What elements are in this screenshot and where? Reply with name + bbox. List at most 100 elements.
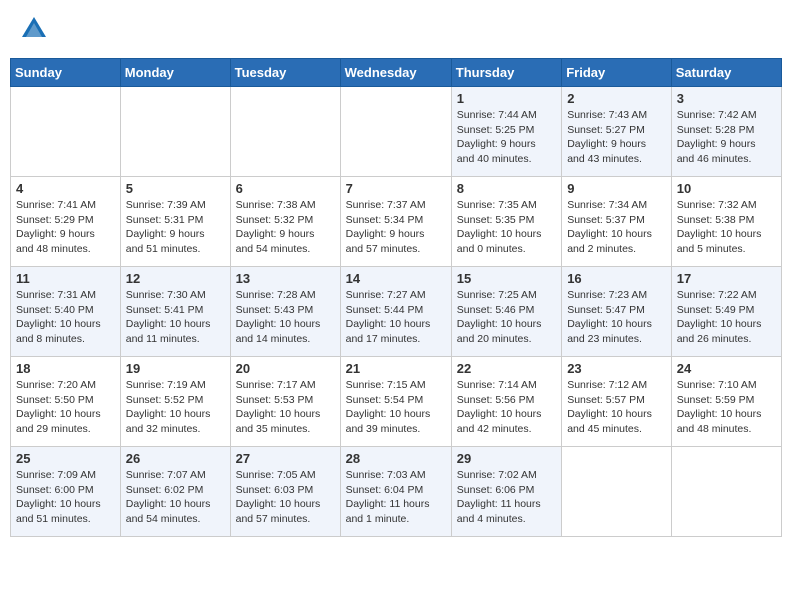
- day-number: 25: [16, 451, 115, 466]
- day-number: 15: [457, 271, 556, 286]
- weekday-header-tuesday: Tuesday: [230, 59, 340, 87]
- day-info: Sunrise: 7:43 AM Sunset: 5:27 PM Dayligh…: [567, 108, 666, 167]
- day-number: 28: [346, 451, 446, 466]
- day-info: Sunrise: 7:09 AM Sunset: 6:00 PM Dayligh…: [16, 468, 115, 527]
- weekday-header-row: SundayMondayTuesdayWednesdayThursdayFrid…: [11, 59, 782, 87]
- day-number: 16: [567, 271, 666, 286]
- day-number: 2: [567, 91, 666, 106]
- calendar-cell: 23 Sunrise: 7:12 AM Sunset: 5:57 PM Dayli…: [562, 357, 672, 447]
- weekday-header-saturday: Saturday: [671, 59, 781, 87]
- calendar-cell: 27 Sunrise: 7:05 AM Sunset: 6:03 PM Dayli…: [230, 447, 340, 537]
- day-number: 27: [236, 451, 335, 466]
- calendar-cell: [11, 87, 121, 177]
- day-info: Sunrise: 7:10 AM Sunset: 5:59 PM Dayligh…: [677, 378, 776, 437]
- day-number: 20: [236, 361, 335, 376]
- day-info: Sunrise: 7:07 AM Sunset: 6:02 PM Dayligh…: [126, 468, 225, 527]
- weekday-header-wednesday: Wednesday: [340, 59, 451, 87]
- day-info: Sunrise: 7:28 AM Sunset: 5:43 PM Dayligh…: [236, 288, 335, 347]
- calendar-cell: 8 Sunrise: 7:35 AM Sunset: 5:35 PM Daylig…: [451, 177, 561, 267]
- day-number: 23: [567, 361, 666, 376]
- calendar-cell: 29Sunrise: 7:02 AM Sunset: 6:06 PM Dayli…: [451, 447, 561, 537]
- day-info: Sunrise: 7:37 AM Sunset: 5:34 PM Dayligh…: [346, 198, 446, 257]
- day-number: 22: [457, 361, 556, 376]
- day-number: 1: [457, 91, 556, 106]
- calendar-cell: [120, 87, 230, 177]
- day-number: 3: [677, 91, 776, 106]
- calendar-cell: 18 Sunrise: 7:20 AM Sunset: 5:50 PM Dayli…: [11, 357, 121, 447]
- day-info: Sunrise: 7:12 AM Sunset: 5:57 PM Dayligh…: [567, 378, 666, 437]
- day-info: Sunrise: 7:39 AM Sunset: 5:31 PM Dayligh…: [126, 198, 225, 257]
- day-info: Sunrise: 7:41 AM Sunset: 5:29 PM Dayligh…: [16, 198, 115, 257]
- day-number: 4: [16, 181, 115, 196]
- day-info: Sunrise: 7:30 AM Sunset: 5:41 PM Dayligh…: [126, 288, 225, 347]
- calendar-week-row: 4 Sunrise: 7:41 AM Sunset: 5:29 PM Daylig…: [11, 177, 782, 267]
- calendar-cell: 17 Sunrise: 7:22 AM Sunset: 5:49 PM Dayli…: [671, 267, 781, 357]
- calendar-cell: 22 Sunrise: 7:14 AM Sunset: 5:56 PM Dayli…: [451, 357, 561, 447]
- calendar-cell: 11 Sunrise: 7:31 AM Sunset: 5:40 PM Dayli…: [11, 267, 121, 357]
- calendar-week-row: 11 Sunrise: 7:31 AM Sunset: 5:40 PM Dayli…: [11, 267, 782, 357]
- calendar-cell: 2 Sunrise: 7:43 AM Sunset: 5:27 PM Daylig…: [562, 87, 672, 177]
- day-number: 5: [126, 181, 225, 196]
- calendar-cell: 10Sunrise: 7:32 AM Sunset: 5:38 PM Dayli…: [671, 177, 781, 267]
- day-info: Sunrise: 7:17 AM Sunset: 5:53 PM Dayligh…: [236, 378, 335, 437]
- calendar-cell: [340, 87, 451, 177]
- day-info: Sunrise: 7:15 AM Sunset: 5:54 PM Dayligh…: [346, 378, 446, 437]
- day-info: Sunrise: 7:44 AM Sunset: 5:25 PM Dayligh…: [457, 108, 556, 167]
- day-info: Sunrise: 7:34 AM Sunset: 5:37 PM Dayligh…: [567, 198, 666, 257]
- day-number: 7: [346, 181, 446, 196]
- calendar-cell: 28 Sunrise: 7:03 AM Sunset: 6:04 PM Dayli…: [340, 447, 451, 537]
- calendar-cell: 1 Sunrise: 7:44 AM Sunset: 5:25 PM Daylig…: [451, 87, 561, 177]
- logo: [20, 15, 52, 43]
- logo-icon: [20, 15, 48, 43]
- day-number: 6: [236, 181, 335, 196]
- calendar-cell: 15 Sunrise: 7:25 AM Sunset: 5:46 PM Dayli…: [451, 267, 561, 357]
- day-number: 13: [236, 271, 335, 286]
- calendar-cell: 25 Sunrise: 7:09 AM Sunset: 6:00 PM Dayli…: [11, 447, 121, 537]
- calendar-cell: 14 Sunrise: 7:27 AM Sunset: 5:44 PM Dayli…: [340, 267, 451, 357]
- calendar-week-row: 25 Sunrise: 7:09 AM Sunset: 6:00 PM Dayli…: [11, 447, 782, 537]
- day-number: 19: [126, 361, 225, 376]
- day-info: Sunrise: 7:20 AM Sunset: 5:50 PM Dayligh…: [16, 378, 115, 437]
- calendar-cell: 24Sunrise: 7:10 AM Sunset: 5:59 PM Dayli…: [671, 357, 781, 447]
- day-info: Sunrise: 7:03 AM Sunset: 6:04 PM Dayligh…: [346, 468, 446, 527]
- day-info: Sunrise: 7:22 AM Sunset: 5:49 PM Dayligh…: [677, 288, 776, 347]
- calendar-cell: 7 Sunrise: 7:37 AM Sunset: 5:34 PM Daylig…: [340, 177, 451, 267]
- day-info: Sunrise: 7:05 AM Sunset: 6:03 PM Dayligh…: [236, 468, 335, 527]
- day-number: 17: [677, 271, 776, 286]
- day-number: 26: [126, 451, 225, 466]
- calendar-cell: 13 Sunrise: 7:28 AM Sunset: 5:43 PM Dayli…: [230, 267, 340, 357]
- calendar-cell: [671, 447, 781, 537]
- day-number: 12: [126, 271, 225, 286]
- day-number: 9: [567, 181, 666, 196]
- calendar-cell: 9 Sunrise: 7:34 AM Sunset: 5:37 PM Daylig…: [562, 177, 672, 267]
- day-number: 8: [457, 181, 556, 196]
- calendar-cell: [230, 87, 340, 177]
- calendar-cell: 12 Sunrise: 7:30 AM Sunset: 5:41 PM Dayli…: [120, 267, 230, 357]
- day-number: 10: [677, 181, 776, 196]
- calendar-cell: 3 Sunrise: 7:42 AM Sunset: 5:28 PM Daylig…: [671, 87, 781, 177]
- day-info: Sunrise: 7:25 AM Sunset: 5:46 PM Dayligh…: [457, 288, 556, 347]
- calendar-cell: 20 Sunrise: 7:17 AM Sunset: 5:53 PM Dayli…: [230, 357, 340, 447]
- calendar-cell: 6Sunrise: 7:38 AM Sunset: 5:32 PM Daylig…: [230, 177, 340, 267]
- day-info: Sunrise: 7:23 AM Sunset: 5:47 PM Dayligh…: [567, 288, 666, 347]
- calendar-cell: 21 Sunrise: 7:15 AM Sunset: 5:54 PM Dayli…: [340, 357, 451, 447]
- calendar-cell: 4 Sunrise: 7:41 AM Sunset: 5:29 PM Daylig…: [11, 177, 121, 267]
- weekday-header-friday: Friday: [562, 59, 672, 87]
- day-info: Sunrise: 7:27 AM Sunset: 5:44 PM Dayligh…: [346, 288, 446, 347]
- day-info: Sunrise: 7:02 AM Sunset: 6:06 PM Dayligh…: [457, 468, 556, 527]
- calendar-cell: 16 Sunrise: 7:23 AM Sunset: 5:47 PM Dayli…: [562, 267, 672, 357]
- weekday-header-monday: Monday: [120, 59, 230, 87]
- day-info: Sunrise: 7:14 AM Sunset: 5:56 PM Dayligh…: [457, 378, 556, 437]
- day-info: Sunrise: 7:31 AM Sunset: 5:40 PM Dayligh…: [16, 288, 115, 347]
- day-info: Sunrise: 7:42 AM Sunset: 5:28 PM Dayligh…: [677, 108, 776, 167]
- day-info: Sunrise: 7:35 AM Sunset: 5:35 PM Dayligh…: [457, 198, 556, 257]
- calendar-cell: 5 Sunrise: 7:39 AM Sunset: 5:31 PM Daylig…: [120, 177, 230, 267]
- calendar: SundayMondayTuesdayWednesdayThursdayFrid…: [10, 58, 782, 537]
- day-info: Sunrise: 7:19 AM Sunset: 5:52 PM Dayligh…: [126, 378, 225, 437]
- calendar-week-row: 18 Sunrise: 7:20 AM Sunset: 5:50 PM Dayli…: [11, 357, 782, 447]
- day-number: 11: [16, 271, 115, 286]
- day-number: 18: [16, 361, 115, 376]
- day-number: 14: [346, 271, 446, 286]
- day-number: 21: [346, 361, 446, 376]
- calendar-cell: 26 Sunrise: 7:07 AM Sunset: 6:02 PM Dayli…: [120, 447, 230, 537]
